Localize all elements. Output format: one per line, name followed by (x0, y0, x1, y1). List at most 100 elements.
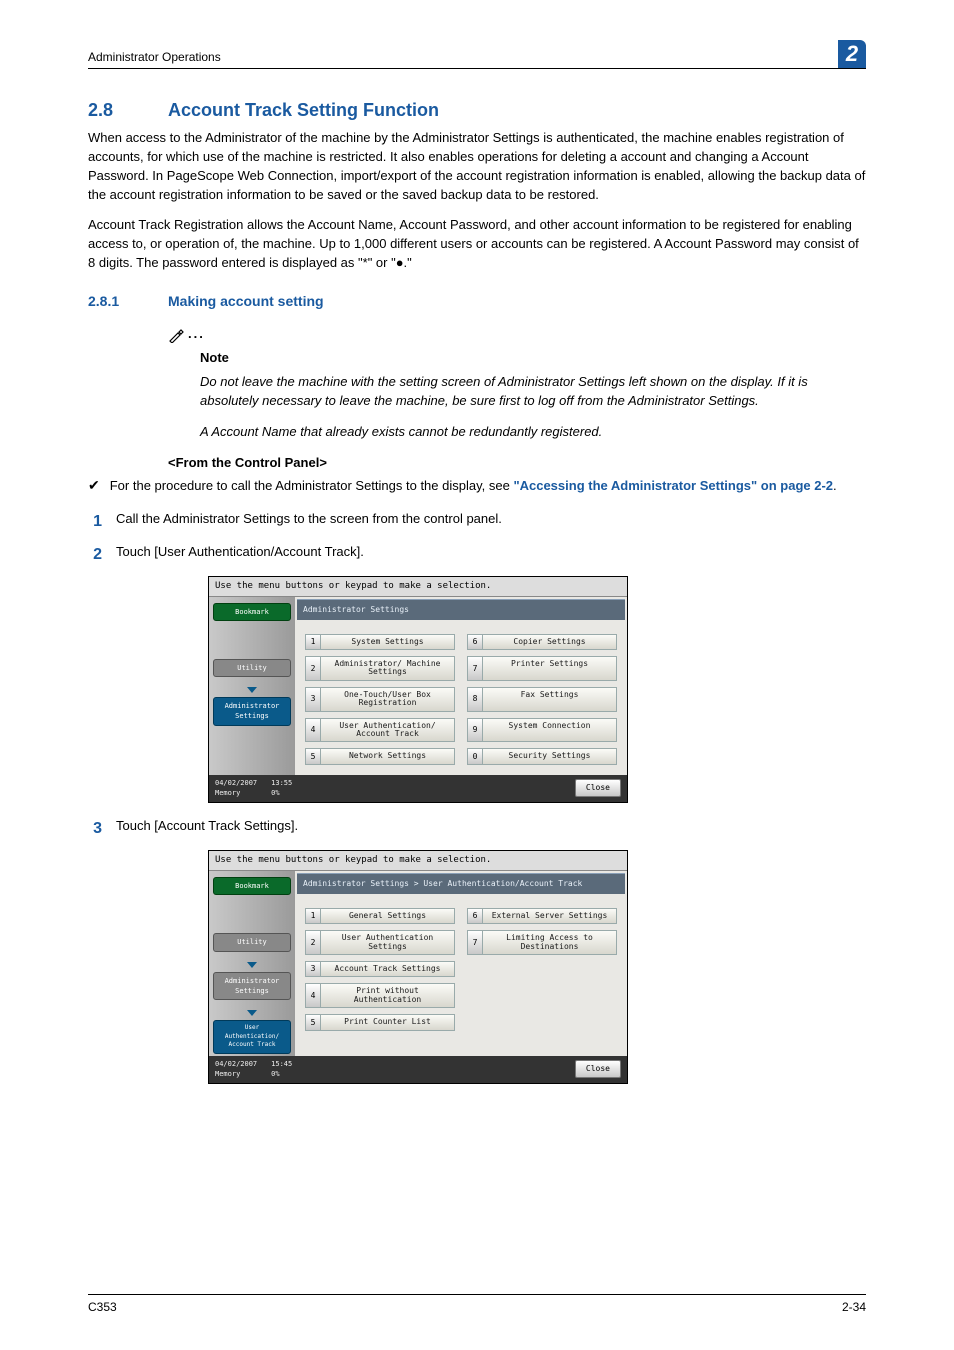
step-text: Touch [Account Track Settings]. (116, 817, 298, 840)
menu-option-label: Limiting Access to Destinations (482, 930, 617, 955)
menu-option-label: Account Track Settings (320, 961, 455, 977)
step-number: 3 (88, 817, 102, 840)
paragraph-2: Account Track Registration allows the Ac… (88, 216, 866, 273)
menu-option[interactable]: 6External Server Settings (467, 908, 617, 924)
menu-option-number: 4 (305, 718, 320, 743)
menu-option-number: 5 (305, 1014, 320, 1030)
status-date: 04/02/2007 (215, 1059, 257, 1069)
bookmark-button[interactable]: Bookmark (213, 603, 291, 621)
menu-option-label: External Server Settings (482, 908, 617, 924)
menu-option[interactable]: 7Limiting Access to Destinations (467, 930, 617, 955)
menu-option[interactable]: 9System Connection (467, 718, 617, 743)
admin-settings-button[interactable]: Administrator Settings (213, 697, 291, 725)
checkmark-icon: ✔ (88, 477, 100, 496)
utility-button[interactable]: Utility (213, 933, 291, 951)
menu-option[interactable]: 4Print without Authentication (305, 983, 455, 1008)
menu-option[interactable]: 1General Settings (305, 908, 455, 924)
menu-option-number: 9 (467, 718, 482, 743)
note-icon: ... (168, 325, 205, 344)
step-text: Touch [User Authentication/Account Track… (116, 543, 364, 566)
section-title: Account Track Setting Function (168, 97, 439, 123)
menu-option[interactable]: 5Print Counter List (305, 1014, 455, 1030)
panel-subheading: <From the Control Panel> (168, 454, 866, 473)
breadcrumb: Administrator Settings > User Authentica… (297, 873, 625, 894)
step-text: Call the Administrator Settings to the s… (116, 510, 502, 533)
menu-option[interactable]: 1System Settings (305, 634, 455, 650)
status-memory-pct: 0% (271, 1069, 292, 1079)
menu-option-label: Printer Settings (482, 656, 617, 681)
note-body-2: A Account Name that already exists canno… (200, 423, 866, 442)
chevron-down-icon (247, 687, 257, 693)
chevron-down-icon (247, 962, 257, 968)
step-number: 2 (88, 543, 102, 566)
paragraph-1: When access to the Administrator of the … (88, 129, 866, 204)
menu-option-number: 2 (305, 930, 320, 955)
menu-option-number: 0 (467, 748, 482, 764)
menu-option-label: User Authentication/ Account Track (320, 718, 455, 743)
menu-option-label: Security Settings (482, 748, 617, 764)
menu-option-label: General Settings (320, 908, 455, 924)
status-memory-label: Memory (215, 788, 257, 798)
step-number: 1 (88, 510, 102, 533)
menu-option-label: System Settings (320, 634, 455, 650)
menu-option-label: User Authentication Settings (320, 930, 455, 955)
screen-instruction: Use the menu buttons or keypad to make a… (209, 851, 627, 871)
menu-option-number: 1 (305, 908, 320, 924)
menu-option-number: 7 (467, 930, 482, 955)
footer-model: C353 (88, 1299, 117, 1316)
note-label: Note (200, 349, 866, 368)
menu-option-number: 6 (467, 908, 482, 924)
close-button[interactable]: Close (575, 1060, 621, 1078)
menu-option[interactable]: 0Security Settings (467, 748, 617, 764)
breadcrumb: Administrator Settings (297, 599, 625, 620)
menu-option-number: 8 (467, 687, 482, 712)
note-body-1: Do not leave the machine with the settin… (200, 373, 866, 411)
menu-option[interactable]: 3Account Track Settings (305, 961, 455, 977)
menu-option-number: 5 (305, 748, 320, 764)
menu-option-number: 4 (305, 983, 320, 1008)
menu-option[interactable]: 7Printer Settings (467, 656, 617, 681)
utility-button[interactable]: Utility (213, 659, 291, 677)
menu-option-label: Network Settings (320, 748, 455, 764)
running-header: Administrator Operations (88, 49, 221, 66)
menu-option[interactable]: 6Copier Settings (467, 634, 617, 650)
xref-link[interactable]: "Accessing the Administrator Settings" o… (513, 478, 833, 493)
subsection-number: 2.8.1 (88, 291, 168, 311)
chapter-badge: 2 (838, 40, 866, 68)
menu-option-label: System Connection (482, 718, 617, 743)
status-time: 15:45 (271, 1059, 292, 1069)
menu-option-label: One-Touch/User Box Registration (320, 687, 455, 712)
user-auth-button[interactable]: User Authentication/ Account Track (213, 1020, 291, 1054)
menu-option-number: 2 (305, 656, 320, 681)
status-memory-label: Memory (215, 1069, 257, 1079)
close-button[interactable]: Close (575, 779, 621, 797)
menu-option-number: 7 (467, 656, 482, 681)
menu-option[interactable]: 5Network Settings (305, 748, 455, 764)
status-memory-pct: 0% (271, 788, 292, 798)
footer-page: 2-34 (842, 1299, 866, 1316)
menu-option[interactable]: 8Fax Settings (467, 687, 617, 712)
menu-option[interactable]: 2Administrator/ Machine Settings (305, 656, 455, 681)
menu-option-number: 3 (305, 961, 320, 977)
menu-option-label: Fax Settings (482, 687, 617, 712)
device-screenshot-1: Use the menu buttons or keypad to make a… (208, 576, 628, 803)
menu-option-number: 3 (305, 687, 320, 712)
menu-option-number: 6 (467, 634, 482, 650)
chevron-down-icon (247, 1010, 257, 1016)
bullet-text: For the procedure to call the Administra… (110, 477, 837, 496)
menu-option[interactable]: 2User Authentication Settings (305, 930, 455, 955)
menu-option-label: Print without Authentication (320, 983, 455, 1008)
status-date: 04/02/2007 (215, 778, 257, 788)
screen-instruction: Use the menu buttons or keypad to make a… (209, 577, 627, 597)
bookmark-button[interactable]: Bookmark (213, 877, 291, 895)
menu-option-label: Administrator/ Machine Settings (320, 656, 455, 681)
admin-settings-button[interactable]: Administrator Settings (213, 972, 291, 1000)
menu-option-number: 1 (305, 634, 320, 650)
status-time: 13:55 (271, 778, 292, 788)
section-number: 2.8 (88, 97, 168, 123)
menu-option-label: Copier Settings (482, 634, 617, 650)
menu-option[interactable]: 4User Authentication/ Account Track (305, 718, 455, 743)
subsection-title: Making account setting (168, 291, 324, 311)
menu-option-label: Print Counter List (320, 1014, 455, 1030)
menu-option[interactable]: 3One-Touch/User Box Registration (305, 687, 455, 712)
